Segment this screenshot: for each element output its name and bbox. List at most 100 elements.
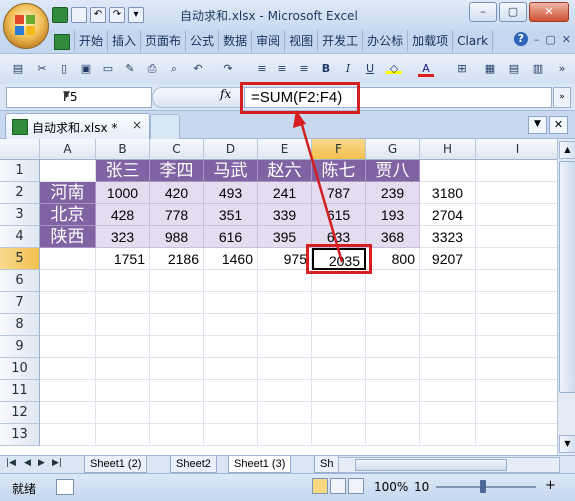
tab-addins[interactable]: 加载项	[408, 30, 454, 52]
row-header-6[interactable]: 6	[0, 270, 40, 292]
cell-h2[interactable]: 3180	[420, 182, 476, 204]
document-close-icon[interactable]: ✕	[549, 116, 568, 134]
cell-g3[interactable]: 193	[366, 204, 420, 226]
cell-b9[interactable]	[96, 336, 150, 358]
cell-c4[interactable]: 988	[150, 226, 204, 248]
cell-c7[interactable]	[150, 292, 204, 314]
column-header-b[interactable]: B	[96, 139, 150, 159]
cell-c3[interactable]: 778	[150, 204, 204, 226]
minimize-button[interactable]: –	[469, 2, 497, 22]
zoom-slider-thumb[interactable]	[480, 480, 486, 493]
cell-i5[interactable]	[476, 248, 560, 270]
align-center-icon[interactable]: ≡	[274, 61, 290, 77]
cell-a6[interactable]	[40, 270, 96, 292]
column-header-c[interactable]: C	[150, 139, 204, 159]
vertical-scrollbar[interactable]: ▲ ▼	[557, 139, 575, 455]
cell-f12[interactable]	[312, 402, 366, 424]
cell-i8[interactable]	[476, 314, 560, 336]
tab-developer[interactable]: 开发工	[318, 30, 364, 52]
cell-d2[interactable]: 493	[204, 182, 258, 204]
close-button[interactable]: ✕	[529, 2, 569, 22]
cell-d13[interactable]	[204, 424, 258, 446]
worksheet-grid[interactable]: ABCDEFGHI 1 张三 李四 马武 赵六 陈七 贾八 2 河南 1000 420 493 241 7…	[0, 139, 575, 455]
redo-toolbar-icon[interactable]: ↷	[220, 61, 236, 77]
cell-g8[interactable]	[366, 314, 420, 336]
cell-d4[interactable]: 616	[204, 226, 258, 248]
cell-h1[interactable]	[420, 160, 476, 182]
cell-d7[interactable]	[204, 292, 258, 314]
copy-format-icon[interactable]: ▤	[10, 61, 26, 77]
prev-sheet-icon[interactable]: ◀	[24, 458, 31, 468]
cell-e1[interactable]: 赵六	[258, 160, 312, 182]
cell-i7[interactable]	[476, 292, 560, 314]
column-header-h[interactable]: H	[420, 139, 476, 159]
next-sheet-icon[interactable]: ▶	[38, 458, 45, 468]
wrap-icon[interactable]: ▤	[506, 61, 522, 77]
cell-d9[interactable]	[204, 336, 258, 358]
cell-d5[interactable]: 1460	[204, 248, 258, 270]
sheet-tab-active[interactable]: Sheet1 (3)	[228, 456, 292, 473]
cell-b1[interactable]: 张三	[96, 160, 150, 182]
cell-e7[interactable]	[258, 292, 312, 314]
cell-g10[interactable]	[366, 358, 420, 380]
cell-g5[interactable]: 800	[366, 248, 420, 270]
cell-e8[interactable]	[258, 314, 312, 336]
cell-g11[interactable]	[366, 380, 420, 402]
cell-c13[interactable]	[150, 424, 204, 446]
normal-view-icon[interactable]	[312, 478, 328, 494]
horizontal-scrollbar[interactable]	[338, 457, 560, 473]
cell-a9[interactable]	[40, 336, 96, 358]
h-scroll-thumb[interactable]	[355, 459, 507, 471]
macro-record-icon[interactable]	[56, 479, 74, 495]
cell-g13[interactable]	[366, 424, 420, 446]
print-icon[interactable]: ⎙	[144, 61, 160, 77]
cell-b10[interactable]	[96, 358, 150, 380]
cell-a13[interactable]	[40, 424, 96, 446]
page-break-view-icon[interactable]	[348, 478, 364, 494]
cell-i10[interactable]	[476, 358, 560, 380]
cell-e3[interactable]: 339	[258, 204, 312, 226]
column-header-f[interactable]: F	[312, 139, 366, 159]
cell-i12[interactable]	[476, 402, 560, 424]
tab-home[interactable]: 开始	[75, 30, 109, 52]
cell-a11[interactable]	[40, 380, 96, 402]
mini-restore-button[interactable]: ▢	[545, 33, 555, 46]
cell-d11[interactable]	[204, 380, 258, 402]
column-header-i[interactable]: I	[476, 139, 560, 159]
cell-f2[interactable]: 787	[312, 182, 366, 204]
help-icon[interactable]: ?	[513, 32, 528, 46]
italic-button[interactable]: I	[340, 61, 356, 77]
cell-h12[interactable]	[420, 402, 476, 424]
cell-e9[interactable]	[258, 336, 312, 358]
mini-close-button[interactable]: ✕	[562, 33, 571, 46]
cell-i6[interactable]	[476, 270, 560, 292]
cell-a3[interactable]: 北京	[40, 204, 96, 226]
cell-d3[interactable]: 351	[204, 204, 258, 226]
cell-d12[interactable]	[204, 402, 258, 424]
scroll-up-icon[interactable]: ▲	[559, 141, 575, 159]
undo-toolbar-icon[interactable]: ↶	[190, 61, 206, 77]
cell-c12[interactable]	[150, 402, 204, 424]
cell-g6[interactable]	[366, 270, 420, 292]
redo-icon[interactable]: ↷	[109, 7, 125, 23]
cell-f13[interactable]	[312, 424, 366, 446]
cell-a10[interactable]	[40, 358, 96, 380]
row-header-2[interactable]: 2	[0, 182, 40, 204]
cell-g1[interactable]: 贾八	[366, 160, 420, 182]
cell-i11[interactable]	[476, 380, 560, 402]
new-document-icon[interactable]: ▯	[56, 61, 72, 77]
cell-b5[interactable]: 1751	[96, 248, 150, 270]
zoom-in-button[interactable]: +	[545, 478, 556, 493]
column-header-a[interactable]: A	[40, 139, 96, 159]
cell-d8[interactable]	[204, 314, 258, 336]
row-header-3[interactable]: 3	[0, 204, 40, 226]
cell-i3[interactable]	[476, 204, 560, 226]
cell-i1[interactable]	[476, 160, 560, 182]
bold-button[interactable]: B	[318, 61, 334, 77]
insert-function-button[interactable]: fx	[220, 87, 231, 101]
cell-a1[interactable]	[40, 160, 96, 182]
cell-c1[interactable]: 李四	[150, 160, 204, 182]
cell-b3[interactable]: 428	[96, 204, 150, 226]
cell-h3[interactable]: 2704	[420, 204, 476, 226]
row-header-13[interactable]: 13	[0, 424, 40, 446]
